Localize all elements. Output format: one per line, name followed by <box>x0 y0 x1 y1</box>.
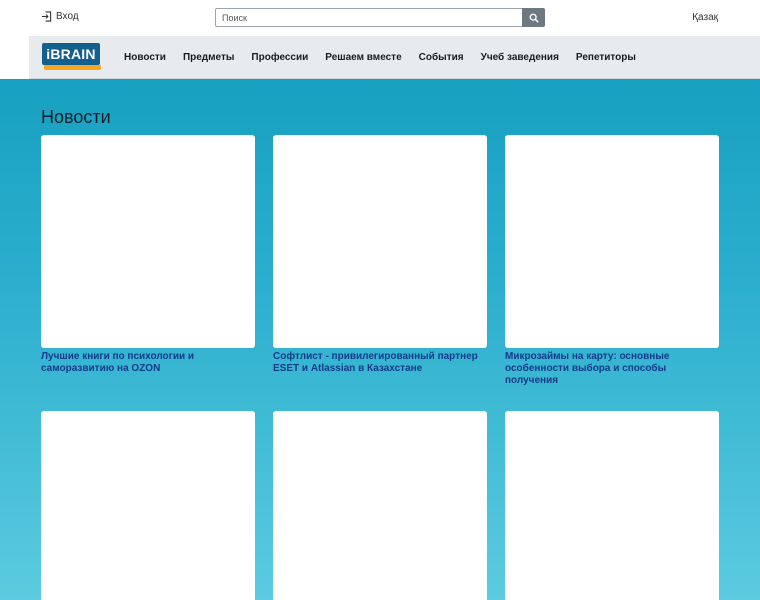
search-button[interactable] <box>522 8 545 27</box>
top-bar: Вход Қазақ <box>0 0 760 35</box>
news-card: Софтлист - привилегированный партнер ESE… <box>273 135 487 375</box>
login-link[interactable]: Вход <box>41 11 79 22</box>
nav-item-tutors[interactable]: Репетиторы <box>576 52 636 63</box>
news-card-image[interactable] <box>505 411 719 600</box>
news-card-image[interactable] <box>273 135 487 348</box>
news-card-title[interactable]: Лучшие книги по психологии и саморазвити… <box>41 351 255 375</box>
logo-text: iBRAIN <box>42 43 100 65</box>
site-logo[interactable]: iBRAIN <box>42 43 102 71</box>
login-label: Вход <box>56 11 79 22</box>
nav-menu: Новости Предметы Профессии Решаем вместе… <box>124 36 653 78</box>
nav-item-solve-together[interactable]: Решаем вместе <box>325 52 401 63</box>
nav-item-professions[interactable]: Профессии <box>251 52 308 63</box>
main-navbar: iBRAIN Новости Предметы Профессии Решаем… <box>29 36 760 79</box>
news-card-image[interactable] <box>505 135 719 348</box>
search-input[interactable] <box>215 8 522 27</box>
news-card: Микрозаймы на карту: основные особенност… <box>505 135 719 387</box>
nav-item-news[interactable]: Новости <box>124 52 166 63</box>
news-card-title[interactable]: Микрозаймы на карту: основные особенност… <box>505 351 719 387</box>
nav-item-events[interactable]: События <box>419 52 464 63</box>
login-icon <box>41 11 52 22</box>
main-content: Новости Лучшие книги по психологии и сам… <box>0 79 760 600</box>
search-icon <box>529 13 539 23</box>
news-card-image[interactable] <box>41 135 255 348</box>
news-card <box>505 411 719 600</box>
logo-accent-bar <box>44 65 101 70</box>
nav-item-subjects[interactable]: Предметы <box>183 52 234 63</box>
news-card <box>41 411 255 600</box>
news-card-image[interactable] <box>41 411 255 600</box>
section-title: Новости <box>41 107 111 127</box>
nav-item-institutions[interactable]: Учеб заведения <box>481 52 559 63</box>
news-card <box>273 411 487 600</box>
search-form <box>215 8 545 27</box>
language-switch[interactable]: Қазақ <box>692 12 718 23</box>
news-card-title[interactable]: Софтлист - привилегированный партнер ESE… <box>273 351 487 375</box>
news-card-image[interactable] <box>273 411 487 600</box>
news-card: Лучшие книги по психологии и саморазвити… <box>41 135 255 375</box>
